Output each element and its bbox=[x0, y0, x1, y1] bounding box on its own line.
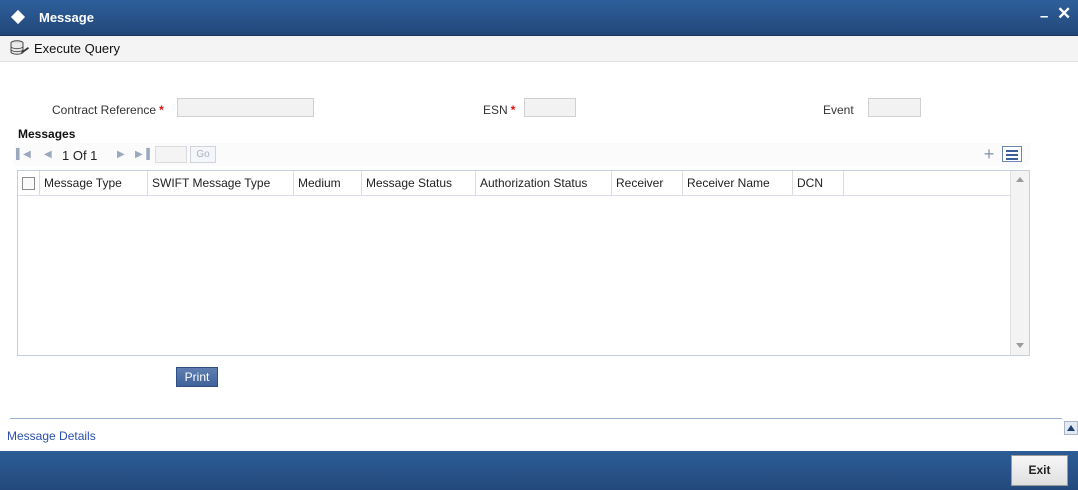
event-input[interactable] bbox=[868, 98, 921, 117]
minimize-button[interactable]: – bbox=[1040, 8, 1048, 25]
column-swift-message-type[interactable]: SWIFT Message Type bbox=[148, 171, 294, 196]
messages-grid: Message Type SWIFT Message Type Medium M… bbox=[17, 170, 1030, 356]
esn-input[interactable] bbox=[524, 98, 576, 117]
multi-view-icon[interactable] bbox=[1002, 146, 1022, 162]
page-number-input[interactable] bbox=[155, 146, 187, 163]
scroll-up-icon[interactable] bbox=[1016, 177, 1024, 182]
event-label: Event bbox=[823, 103, 854, 117]
column-authorization-status[interactable]: Authorization Status bbox=[476, 171, 612, 196]
message-details-link[interactable]: Message Details bbox=[7, 429, 96, 443]
select-all-cell bbox=[18, 171, 40, 196]
esn-label: ESN * bbox=[483, 103, 516, 117]
exit-button[interactable]: Exit bbox=[1011, 455, 1068, 486]
column-message-type[interactable]: Message Type bbox=[40, 171, 148, 196]
column-medium[interactable]: Medium bbox=[294, 171, 362, 196]
message-details-bar: Message Details bbox=[0, 419, 1078, 451]
select-all-checkbox[interactable] bbox=[22, 177, 35, 190]
next-page-icon[interactable]: ▶ bbox=[117, 149, 125, 160]
print-button[interactable]: Print bbox=[176, 367, 218, 387]
contract-reference-label: Contract Reference * bbox=[52, 103, 164, 117]
column-receiver-name[interactable]: Receiver Name bbox=[683, 171, 793, 196]
execute-query-label: Execute Query bbox=[34, 40, 120, 56]
add-row-icon[interactable]: + bbox=[980, 145, 998, 163]
last-page-icon[interactable]: ▶▐ bbox=[135, 149, 150, 160]
collapse-icon[interactable] bbox=[1064, 421, 1078, 435]
grid-vertical-scrollbar[interactable] bbox=[1010, 171, 1029, 355]
execute-query-button[interactable]: Execute Query bbox=[10, 40, 120, 56]
close-button[interactable]: ✕ bbox=[1057, 4, 1071, 24]
required-marker: * bbox=[510, 103, 516, 117]
window-title: Message bbox=[39, 10, 94, 25]
first-page-icon[interactable]: ▌◀ bbox=[16, 149, 31, 160]
execute-query-icon bbox=[10, 40, 29, 55]
column-dcn[interactable]: DCN bbox=[793, 171, 844, 196]
required-marker: * bbox=[159, 103, 164, 117]
prev-page-icon[interactable]: ◀ bbox=[44, 149, 52, 160]
column-message-status[interactable]: Message Status bbox=[362, 171, 476, 196]
toolbar: Execute Query bbox=[0, 36, 1078, 62]
contract-reference-input[interactable] bbox=[177, 98, 314, 117]
diamond-icon bbox=[10, 9, 26, 25]
pager: ▌◀ ◀ 1 Of 1 ▶ ▶▐ Go + bbox=[14, 143, 1030, 166]
go-button[interactable]: Go bbox=[190, 146, 216, 163]
scroll-down-icon[interactable] bbox=[1016, 343, 1024, 348]
footer-bar: Exit bbox=[0, 451, 1078, 490]
page-indicator: 1 Of 1 bbox=[62, 148, 98, 163]
column-receiver[interactable]: Receiver bbox=[612, 171, 683, 196]
messages-section-title: Messages bbox=[18, 127, 76, 141]
title-bar: Message – ✕ bbox=[0, 0, 1078, 36]
grid-header: Message Type SWIFT Message Type Medium M… bbox=[18, 171, 1010, 196]
